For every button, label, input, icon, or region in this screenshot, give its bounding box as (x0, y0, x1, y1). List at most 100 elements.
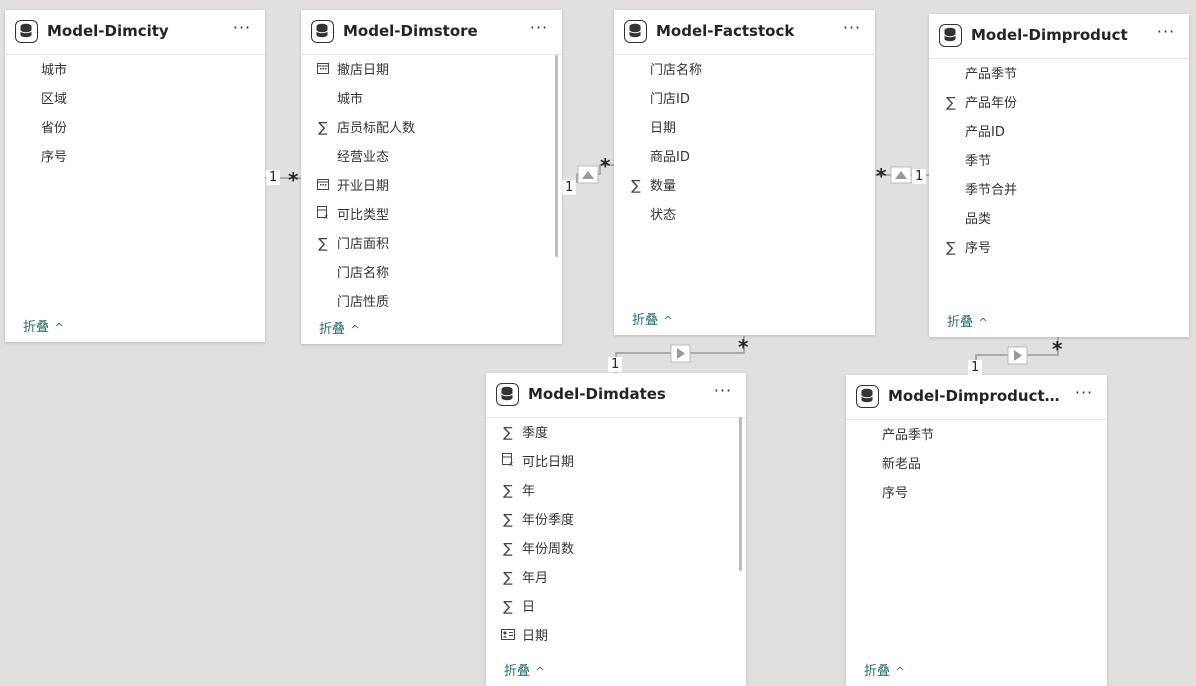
rel-direction-store-fact (577, 165, 599, 184)
field-label: 序号 (882, 486, 909, 501)
field-item[interactable]: 门店ID (614, 85, 875, 114)
field-label: 可比类型 (337, 208, 390, 223)
field-label: 省份 (41, 121, 68, 136)
chevron-up-icon: ^ (532, 665, 545, 678)
table-title: Model-Dimproductseas... (888, 387, 1067, 405)
sigma-icon: ∑ (631, 178, 641, 194)
field-item[interactable]: ∑ 季度 (486, 419, 746, 448)
field-item[interactable]: 产品季节 (929, 60, 1189, 89)
field-label: 经营业态 (337, 150, 390, 165)
table-card-dimcity[interactable]: Model-Dimcity ··· 城市 区域 省份 序号 折叠 ^ (5, 10, 265, 342)
table-icon (939, 24, 962, 47)
more-options-button[interactable]: ··· (1155, 23, 1177, 45)
more-options-button[interactable]: ··· (528, 19, 550, 41)
field-item[interactable]: 新老品 (846, 450, 1107, 479)
field-item[interactable]: 状态 (614, 201, 875, 230)
field-item[interactable]: 产品季节 (846, 421, 1107, 450)
more-options-button[interactable]: ··· (841, 19, 863, 41)
svg-text:x: x (324, 213, 328, 219)
field-item[interactable]: ∑ 店员标配人数 (301, 114, 562, 143)
table-header[interactable]: Model-Dimstore ··· (301, 10, 562, 55)
field-item[interactable]: 经营业态 (301, 143, 562, 172)
table-title: Model-Dimproduct (971, 26, 1128, 44)
table-card-dimproduct[interactable]: Model-Dimproduct ··· 产品季节 ∑ 产品年份 产品ID 季节 … (929, 14, 1189, 337)
field-item[interactable]: ∑ 门店面积 (301, 230, 562, 259)
collapse-button[interactable]: 折叠 ^ (864, 660, 905, 679)
collapse-button[interactable]: 折叠 ^ (319, 318, 360, 337)
field-label: 产品季节 (965, 67, 1018, 82)
field-item[interactable]: ∑ 年份季度 (486, 506, 746, 535)
field-item[interactable]: 品类 (929, 205, 1189, 234)
collapse-button[interactable]: 折叠 ^ (947, 311, 988, 330)
table-footer: 折叠 ^ (614, 299, 875, 335)
field-label: 区域 (41, 92, 68, 107)
rel-many-store-fact: * (600, 154, 611, 178)
table-header[interactable]: Model-Dimdates ··· (486, 373, 746, 418)
field-item[interactable]: 城市 (301, 85, 562, 114)
collapse-label: 折叠 (947, 315, 974, 330)
table-footer: 折叠 ^ (846, 650, 1107, 686)
collapse-button[interactable]: 折叠 ^ (23, 316, 64, 335)
collapse-button[interactable]: 折叠 ^ (504, 660, 545, 679)
field-item[interactable]: 季节合并 (929, 176, 1189, 205)
sigma-icon: ∑ (946, 95, 956, 111)
collapse-button[interactable]: 折叠 ^ (632, 309, 673, 328)
field-item[interactable]: 省份 (5, 114, 265, 143)
table-header[interactable]: Model-Factstock ··· (614, 10, 875, 55)
field-item[interactable]: ∑ 序号 (929, 234, 1189, 263)
field-item[interactable]: 商品ID (614, 143, 875, 172)
field-label: 季度 (522, 426, 549, 441)
table-header[interactable]: Model-Dimcity ··· (5, 10, 265, 55)
more-options-button[interactable]: ··· (712, 382, 734, 404)
field-list: 产品季节 新老品 序号 (846, 421, 1107, 508)
field-label: 数量 (650, 179, 677, 194)
calc-column-icon: x (500, 448, 516, 477)
field-item[interactable]: ∑ 日 (486, 593, 746, 622)
table-card-dimstore[interactable]: Model-Dimstore ··· 撤店日期 城市 ∑ 店员标配人数 经营业态 … (301, 10, 562, 344)
scrollbar[interactable] (555, 55, 558, 257)
field-label: 日期 (522, 629, 549, 644)
field-item[interactable]: x 可比类型 (301, 201, 562, 230)
field-item[interactable]: 产品ID (929, 118, 1189, 147)
table-card-dimdates[interactable]: Model-Dimdates ··· ∑ 季度 x 可比日期 ∑ 年 ∑ 年份季度 ∑ 年… (486, 373, 746, 686)
model-canvas[interactable]: 1 * 1 * * 1 * 1 * 1 Model-Dimcity ··· 城市… (0, 0, 1196, 686)
field-item[interactable]: ∑ 年份周数 (486, 535, 746, 564)
field-item[interactable]: 日期 (486, 622, 746, 651)
table-header[interactable]: Model-Dimproductseas... ··· (846, 375, 1107, 420)
field-label: 门店名称 (337, 266, 390, 281)
rel-many-fact-dates: * (738, 335, 749, 359)
collapse-label: 折叠 (632, 313, 659, 328)
field-item[interactable]: 开业日期 (301, 172, 562, 201)
more-options-button[interactable]: ··· (1073, 384, 1095, 406)
field-item[interactable]: ∑ 数量 (614, 172, 875, 201)
field-label: 年份季度 (522, 513, 575, 528)
table-icon (624, 20, 647, 43)
field-item[interactable]: 序号 (846, 479, 1107, 508)
field-item[interactable]: ∑ 产品年份 (929, 89, 1189, 118)
field-item[interactable]: 城市 (5, 56, 265, 85)
field-item[interactable]: 门店名称 (614, 56, 875, 85)
field-item[interactable]: 撤店日期 (301, 56, 562, 85)
field-item[interactable]: x 可比日期 (486, 448, 746, 477)
rel-one-city-store: 1 (266, 170, 281, 185)
table-card-dimproductseason[interactable]: Model-Dimproductseas... ··· 产品季节 新老品 序号 … (846, 375, 1107, 686)
field-item[interactable]: 季节 (929, 147, 1189, 176)
table-icon (15, 20, 38, 43)
field-label: 季节合并 (965, 183, 1018, 198)
field-label: 店员标配人数 (337, 121, 416, 136)
field-label: 门店名称 (650, 63, 703, 78)
table-header[interactable]: Model-Dimproduct ··· (929, 14, 1189, 59)
rel-many-city-store: * (288, 168, 299, 192)
table-card-factstock[interactable]: Model-Factstock ··· 门店名称 门店ID 日期 商品ID ∑ 数… (614, 10, 875, 335)
chevron-up-icon: ^ (347, 323, 360, 336)
field-label: 序号 (965, 241, 992, 256)
field-item[interactable]: 区域 (5, 85, 265, 114)
field-item[interactable]: 日期 (614, 114, 875, 143)
scrollbar[interactable] (739, 417, 742, 571)
field-item[interactable]: ∑ 年月 (486, 564, 746, 593)
field-item[interactable]: 门店名称 (301, 259, 562, 288)
field-item[interactable]: 序号 (5, 143, 265, 172)
table-icon (496, 383, 519, 406)
field-item[interactable]: ∑ 年 (486, 477, 746, 506)
more-options-button[interactable]: ··· (231, 19, 253, 41)
